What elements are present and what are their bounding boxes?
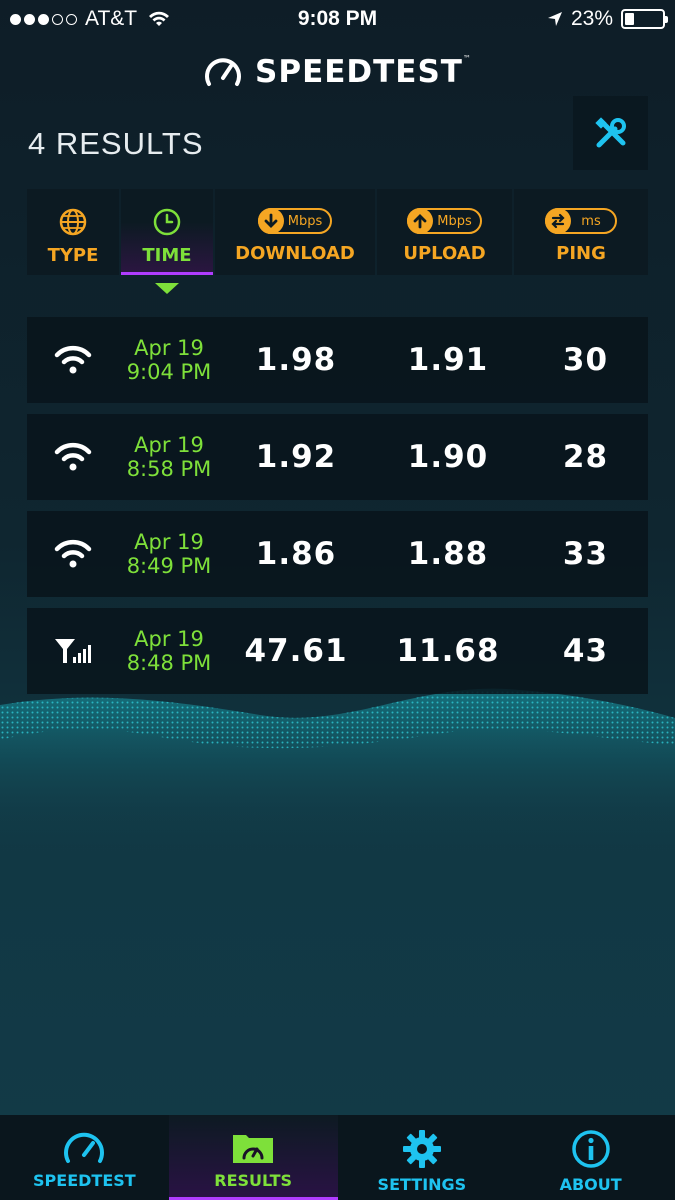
wifi-icon — [54, 442, 92, 471]
logo-text: SPEEDTEST — [255, 54, 463, 90]
result-upload: 1.90 — [407, 439, 489, 475]
clock-icon — [153, 208, 181, 236]
tab-results[interactable]: RESULTS — [168, 1115, 338, 1200]
result-date: Apr 19 — [134, 336, 204, 360]
wifi-icon — [54, 345, 92, 374]
result-download: 1.98 — [255, 342, 337, 378]
header-ping-label: PING — [556, 243, 606, 264]
header-time-label: TIME — [142, 245, 192, 266]
result-date: Apr 19 — [134, 433, 204, 457]
result-clock-time: 8:58 PM — [126, 457, 212, 481]
gauge-icon — [64, 1132, 105, 1163]
tab-speedtest-label: SPEEDTEST — [33, 1171, 136, 1190]
cellular-icon — [55, 639, 91, 663]
result-upload: 1.88 — [407, 536, 489, 572]
result-ping: 33 — [562, 536, 609, 572]
edit-tools-button[interactable] — [573, 96, 648, 170]
gear-icon — [402, 1130, 441, 1168]
result-time: Apr 19 9:04 PM — [119, 336, 219, 384]
tab-results-label: RESULTS — [214, 1171, 292, 1190]
download-arrow-icon — [257, 208, 284, 234]
result-upload: 11.68 — [396, 633, 500, 669]
header-download[interactable]: Mbps DOWNLOAD — [215, 189, 375, 275]
status-bar: AT&T 9:08 PM 23% — [0, 0, 675, 38]
result-ping: 30 — [562, 342, 609, 378]
battery-icon — [621, 9, 668, 29]
speedtest-gauge-icon — [205, 58, 241, 86]
globe-icon — [59, 208, 87, 236]
result-download: 47.61 — [244, 633, 348, 669]
result-clock-time: 8:49 PM — [126, 554, 212, 578]
tools-icon — [594, 117, 626, 148]
download-unit: Mbps — [287, 213, 323, 229]
sort-indicator-icon — [155, 283, 179, 294]
ping-unit: ms — [581, 213, 601, 229]
header-type[interactable]: TYPE — [27, 189, 119, 275]
wifi-icon — [54, 539, 92, 568]
results-folder-icon — [233, 1135, 274, 1163]
result-clock-time: 8:48 PM — [126, 651, 212, 675]
app-logo: SPEEDTEST™ — [0, 54, 675, 90]
header-ping[interactable]: ms PING — [514, 189, 648, 275]
results-count: 4 RESULTS — [28, 126, 204, 161]
result-ping: 43 — [562, 633, 609, 669]
info-icon — [571, 1130, 610, 1168]
result-row[interactable]: Apr 19 8:49 PM 1.86 1.88 33 — [27, 511, 648, 597]
result-time: Apr 19 8:48 PM — [119, 627, 219, 675]
result-download: 1.86 — [255, 536, 337, 572]
results-header: TYPE TIME Mbps DOWNLOAD Mbps UPLOAD ms P… — [27, 189, 648, 275]
result-upload: 1.91 — [407, 342, 489, 378]
header-upload-label: UPLOAD — [403, 243, 486, 264]
result-row[interactable]: Apr 19 9:04 PM 1.98 1.91 30 — [27, 317, 648, 403]
result-time: Apr 19 8:49 PM — [119, 530, 219, 578]
location-arrow-icon — [547, 12, 562, 26]
ping-unit-pill: ms — [545, 208, 617, 234]
result-ping: 28 — [562, 439, 609, 475]
battery-percent: 23% — [570, 7, 613, 30]
tab-speedtest[interactable]: SPEEDTEST — [0, 1115, 169, 1200]
tab-about-label: ABOUT — [559, 1175, 622, 1194]
header-download-label: DOWNLOAD — [235, 243, 355, 264]
tab-bar: SPEEDTEST RESULTS SETTINGS ABOUT — [0, 1115, 675, 1200]
upload-arrow-icon — [407, 208, 434, 234]
tab-settings-label: SETTINGS — [377, 1175, 467, 1194]
header-type-label: TYPE — [47, 245, 99, 266]
result-row[interactable]: Apr 19 8:58 PM 1.92 1.90 28 — [27, 414, 648, 500]
result-download: 1.92 — [255, 439, 337, 475]
result-row[interactable]: Apr 19 8:48 PM 47.61 11.68 43 — [27, 608, 648, 694]
trademark: ™ — [462, 54, 472, 63]
tab-about[interactable]: ABOUT — [506, 1115, 675, 1200]
download-unit-pill: Mbps — [257, 208, 333, 234]
tab-settings[interactable]: SETTINGS — [338, 1115, 507, 1200]
upload-unit: Mbps — [437, 213, 472, 229]
upload-unit-pill: Mbps — [407, 208, 482, 234]
header-upload[interactable]: Mbps UPLOAD — [377, 189, 512, 275]
header-time[interactable]: TIME — [121, 189, 213, 275]
result-date: Apr 19 — [134, 627, 204, 651]
result-date: Apr 19 — [134, 530, 204, 554]
ping-arrows-icon — [545, 208, 572, 234]
result-clock-time: 9:04 PM — [126, 360, 212, 384]
result-time: Apr 19 8:58 PM — [119, 433, 219, 481]
